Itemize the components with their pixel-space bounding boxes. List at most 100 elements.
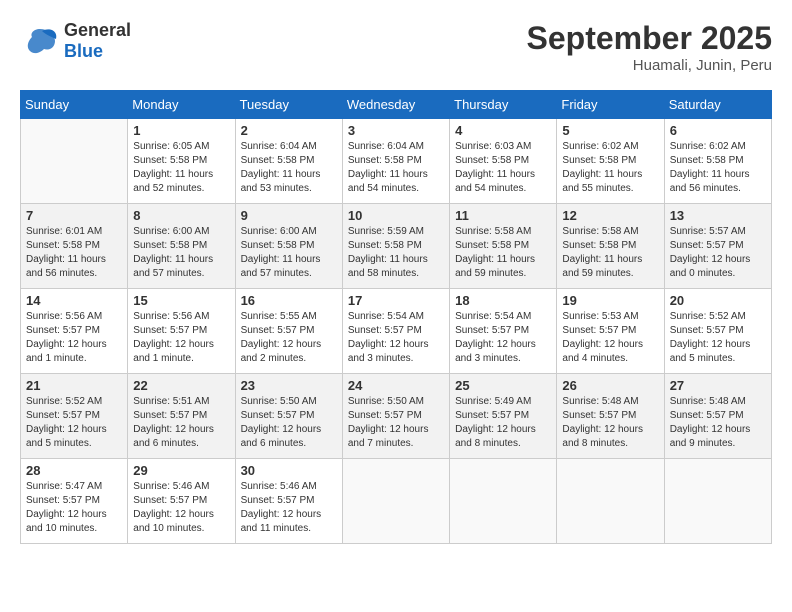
table-row: 21 Sunrise: 5:52 AM Sunset: 5:57 PM Dayli… [21, 374, 128, 459]
day-number: 21 [26, 378, 122, 393]
day-number: 18 [455, 293, 551, 308]
day-info: Sunrise: 5:50 AM Sunset: 5:57 PM Dayligh… [348, 395, 444, 451]
calendar-week-2: 7 Sunrise: 6:01 AM Sunset: 5:58 PM Daylig… [21, 204, 772, 289]
table-row: 9Sunrise: 6:00 AM Sunset: 5:58 PM Daylig… [235, 204, 342, 289]
table-row: 4 Sunrise: 6:03 AM Sunset: 5:58 PM Daylig… [450, 119, 557, 204]
table-row: 27 Sunrise: 5:48 AM Sunset: 5:57 PM Dayli… [664, 374, 771, 459]
table-row: 5 Sunrise: 6:02 AM Sunset: 5:58 PM Daylig… [557, 119, 664, 204]
day-info: Sunrise: 5:51 AM Sunset: 5:57 PM Dayligh… [133, 395, 229, 451]
day-info: Sunrise: 5:54 AM Sunset: 5:57 PM Dayligh… [455, 310, 551, 366]
col-thursday: Thursday [450, 91, 557, 119]
day-info: Sunrise: 5:55 AM Sunset: 5:57 PM Dayligh… [241, 310, 337, 366]
day-info: Sunrise: 6:04 AM Sunset: 5:58 PM Dayligh… [241, 140, 337, 196]
day-number: 3 [348, 123, 444, 138]
month-title: September 2025 [527, 20, 772, 57]
day-number: 12 [562, 208, 658, 223]
day-number: 27 [670, 378, 766, 393]
day-info: Sunrise: 6:03 AM Sunset: 5:58 PM Dayligh… [455, 140, 551, 196]
day-number: 4 [455, 123, 551, 138]
day-number: 2 [241, 123, 337, 138]
day-info: Sunrise: 6:00 AM Sunset: 5:58 PM Dayligh… [133, 225, 229, 281]
day-number: 25 [455, 378, 551, 393]
day-number: 30 [241, 463, 337, 478]
day-number: 23 [241, 378, 337, 393]
table-row: 12 Sunrise: 5:58 AM Sunset: 5:58 PM Dayli… [557, 204, 664, 289]
table-row: 23 Sunrise: 5:50 AM Sunset: 5:57 PM Dayli… [235, 374, 342, 459]
day-number: 29 [133, 463, 229, 478]
day-info: Sunrise: 5:52 AM Sunset: 5:57 PM Dayligh… [26, 395, 122, 451]
col-friday: Friday [557, 91, 664, 119]
day-info: Sunrise: 5:58 AM Sunset: 5:58 PM Dayligh… [562, 225, 658, 281]
table-row [664, 459, 771, 544]
logo-icon [20, 21, 60, 61]
day-info: Sunrise: 6:02 AM Sunset: 5:58 PM Dayligh… [562, 140, 658, 196]
col-monday: Monday [128, 91, 235, 119]
title-block: September 2025 Huamali, Junin, Peru [527, 20, 772, 74]
day-info: Sunrise: 5:49 AM Sunset: 5:57 PM Dayligh… [455, 395, 551, 451]
table-row: 29 Sunrise: 5:46 AM Sunset: 5:57 PM Dayli… [128, 459, 235, 544]
day-number: 6 [670, 123, 766, 138]
table-row: 15 Sunrise: 5:56 AM Sunset: 5:57 PM Dayli… [128, 289, 235, 374]
table-row: 19 Sunrise: 5:53 AM Sunset: 5:57 PM Dayli… [557, 289, 664, 374]
day-number: 17 [348, 293, 444, 308]
day-info: Sunrise: 5:56 AM Sunset: 5:57 PM Dayligh… [26, 310, 122, 366]
table-row: 20 Sunrise: 5:52 AM Sunset: 5:57 PM Dayli… [664, 289, 771, 374]
table-row: 10 Sunrise: 5:59 AM Sunset: 5:58 PM Dayli… [342, 204, 449, 289]
calendar-week-3: 14Sunrise: 5:56 AM Sunset: 5:57 PM Dayli… [21, 289, 772, 374]
table-row [450, 459, 557, 544]
col-tuesday: Tuesday [235, 91, 342, 119]
table-row: 17 Sunrise: 5:54 AM Sunset: 5:57 PM Dayli… [342, 289, 449, 374]
day-info: Sunrise: 5:46 AM Sunset: 5:57 PM Dayligh… [133, 480, 229, 536]
table-row [342, 459, 449, 544]
table-row: 6Sunrise: 6:02 AM Sunset: 5:58 PM Daylig… [664, 119, 771, 204]
table-row: 24 Sunrise: 5:50 AM Sunset: 5:57 PM Dayli… [342, 374, 449, 459]
calendar-table: Sunday Monday Tuesday Wednesday Thursday… [20, 90, 772, 544]
day-info: Sunrise: 6:04 AM Sunset: 5:58 PM Dayligh… [348, 140, 444, 196]
table-row: 25 Sunrise: 5:49 AM Sunset: 5:57 PM Dayli… [450, 374, 557, 459]
day-number: 24 [348, 378, 444, 393]
day-info: Sunrise: 5:50 AM Sunset: 5:57 PM Dayligh… [241, 395, 337, 451]
day-number: 5 [562, 123, 658, 138]
day-info: Sunrise: 5:52 AM Sunset: 5:57 PM Dayligh… [670, 310, 766, 366]
table-row: 22 Sunrise: 5:51 AM Sunset: 5:57 PM Dayli… [128, 374, 235, 459]
day-number: 28 [26, 463, 122, 478]
calendar-week-4: 21 Sunrise: 5:52 AM Sunset: 5:57 PM Dayli… [21, 374, 772, 459]
table-row: 8Sunrise: 6:00 AM Sunset: 5:58 PM Daylig… [128, 204, 235, 289]
table-row: 11Sunrise: 5:58 AM Sunset: 5:58 PM Dayli… [450, 204, 557, 289]
day-info: Sunrise: 6:05 AM Sunset: 5:58 PM Dayligh… [133, 140, 229, 196]
day-number: 22 [133, 378, 229, 393]
table-row: 7 Sunrise: 6:01 AM Sunset: 5:58 PM Daylig… [21, 204, 128, 289]
day-number: 19 [562, 293, 658, 308]
day-number: 26 [562, 378, 658, 393]
day-info: Sunrise: 5:53 AM Sunset: 5:57 PM Dayligh… [562, 310, 658, 366]
col-sunday: Sunday [21, 91, 128, 119]
day-info: Sunrise: 5:48 AM Sunset: 5:57 PM Dayligh… [562, 395, 658, 451]
table-row: 16 Sunrise: 5:55 AM Sunset: 5:57 PM Dayli… [235, 289, 342, 374]
table-row: 1 Sunrise: 6:05 AM Sunset: 5:58 PM Daylig… [128, 119, 235, 204]
calendar-week-1: 1 Sunrise: 6:05 AM Sunset: 5:58 PM Daylig… [21, 119, 772, 204]
table-row: 14Sunrise: 5:56 AM Sunset: 5:57 PM Dayli… [21, 289, 128, 374]
day-info: Sunrise: 5:46 AM Sunset: 5:57 PM Dayligh… [241, 480, 337, 536]
day-number: 15 [133, 293, 229, 308]
calendar-header-row: Sunday Monday Tuesday Wednesday Thursday… [21, 91, 772, 119]
day-info: Sunrise: 5:57 AM Sunset: 5:57 PM Dayligh… [670, 225, 766, 281]
table-row: 2 Sunrise: 6:04 AM Sunset: 5:58 PM Daylig… [235, 119, 342, 204]
day-number: 7 [26, 208, 122, 223]
day-info: Sunrise: 6:01 AM Sunset: 5:58 PM Dayligh… [26, 225, 122, 281]
day-number: 13 [670, 208, 766, 223]
page-header: General Blue September 2025 Huamali, Jun… [20, 20, 772, 74]
day-info: Sunrise: 5:54 AM Sunset: 5:57 PM Dayligh… [348, 310, 444, 366]
table-row: 30 Sunrise: 5:46 AM Sunset: 5:57 PM Dayli… [235, 459, 342, 544]
day-info: Sunrise: 5:48 AM Sunset: 5:57 PM Dayligh… [670, 395, 766, 451]
day-number: 16 [241, 293, 337, 308]
day-info: Sunrise: 5:56 AM Sunset: 5:57 PM Dayligh… [133, 310, 229, 366]
logo: General Blue [20, 20, 131, 62]
day-info: Sunrise: 5:47 AM Sunset: 5:57 PM Dayligh… [26, 480, 122, 536]
table-row: 13 Sunrise: 5:57 AM Sunset: 5:57 PM Dayli… [664, 204, 771, 289]
table-row: 3 Sunrise: 6:04 AM Sunset: 5:58 PM Daylig… [342, 119, 449, 204]
day-number: 10 [348, 208, 444, 223]
day-number: 20 [670, 293, 766, 308]
day-info: Sunrise: 5:59 AM Sunset: 5:58 PM Dayligh… [348, 225, 444, 281]
table-row: 18 Sunrise: 5:54 AM Sunset: 5:57 PM Dayli… [450, 289, 557, 374]
day-number: 1 [133, 123, 229, 138]
